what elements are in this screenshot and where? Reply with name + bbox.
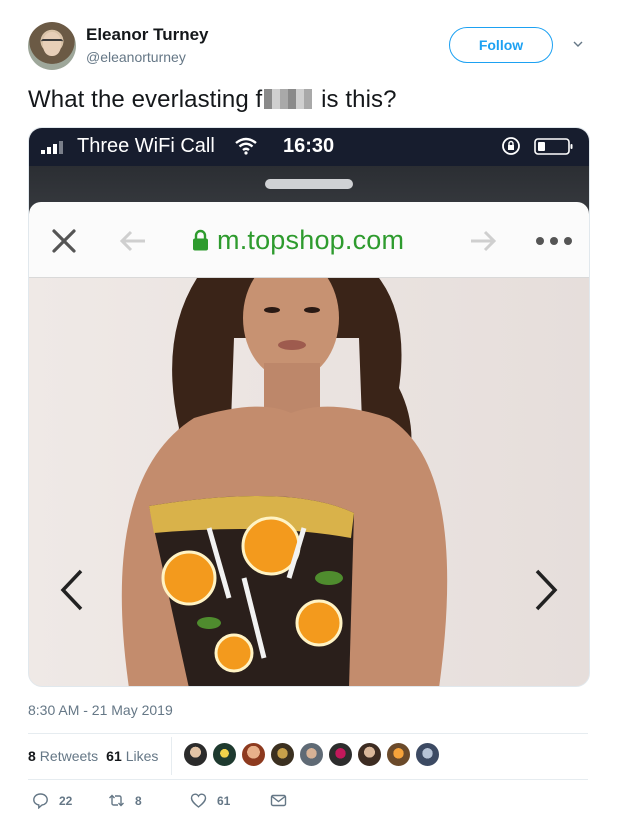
liker-avatar[interactable] [241,742,266,767]
tweet-timestamp[interactable]: 8:30 AM - 21 May 2019 [28,702,173,718]
back-arrow-icon[interactable] [119,229,147,253]
like-button[interactable]: 61 [190,792,230,809]
retweets-count: 8 [28,748,36,764]
retweet-count: 8 [135,793,142,808]
tweet-actions: 22 8 61 [28,792,588,812]
sheet-grabber[interactable] [265,179,353,189]
retweets-label: Retweets [39,748,99,764]
divider [28,733,588,734]
liker-avatar[interactable] [212,742,237,767]
padlock-icon [193,229,208,251]
reply-icon [33,793,48,809]
liker-avatars [183,742,444,767]
tweet-header: Eleanor Turney @eleanorturney Follow [28,22,594,72]
censor-pixelation [264,89,313,109]
tweet-media-image[interactable]: Three WiFi Call 16:30 m.topshop.com [28,127,590,687]
more-options-icon[interactable] [535,236,573,246]
liker-avatar[interactable] [386,742,411,767]
likes-count: 61 [106,748,122,764]
browser-toolbar: m.topshop.com [29,202,589,278]
likes-label: Likes [125,748,159,764]
message-button[interactable] [270,792,297,809]
signal-bars-icon [41,141,63,154]
heart-icon [190,793,207,808]
retweet-button[interactable]: 8 [108,792,142,809]
rotation-lock-icon [502,137,520,155]
liker-avatar[interactable] [328,742,353,767]
address-bar[interactable]: m.topshop.com [192,222,404,258]
retweets-stat[interactable]: 8 Retweets [28,748,98,764]
like-count: 61 [217,793,231,808]
url-text: m.topshop.com [217,224,405,255]
reply-count: 22 [59,793,73,808]
model-swimsuit-illustration [29,278,589,686]
avatar[interactable] [28,22,76,70]
previous-image-arrow-icon[interactable] [57,568,87,612]
avatar-face [43,32,61,56]
tweet-stats: 8 Retweets 61 Likes [28,745,166,767]
wifi-icon [235,137,257,155]
carrier-label: Three WiFi Call [77,135,215,157]
divider [28,779,588,780]
liker-avatar[interactable] [183,742,208,767]
liker-avatar[interactable] [270,742,295,767]
tweet-text-after: is this? [314,86,397,113]
next-image-arrow-icon[interactable] [531,568,561,612]
likes-stat[interactable]: 61 Likes [106,748,158,764]
reply-button[interactable]: 22 [32,792,72,809]
retweet-icon [109,794,124,807]
product-photo [29,278,589,686]
status-time: 16:30 [283,135,335,157]
avatar-glasses [41,39,63,44]
battery-icon [534,138,573,155]
chevron-down-icon[interactable] [573,39,583,49]
envelope-icon [270,794,287,807]
tweet-text-before: What the everlasting f [28,86,263,113]
forward-arrow-icon[interactable] [469,229,497,253]
liker-avatar[interactable] [299,742,324,767]
user-handle[interactable]: @eleanorturney [86,49,186,65]
close-icon[interactable] [51,228,77,254]
tweet-text: What the everlasting f is this? [28,86,397,114]
follow-button[interactable]: Follow [449,27,553,63]
user-name[interactable]: Eleanor Turney [86,25,209,45]
phone-status-bar: Three WiFi Call 16:30 [29,128,589,166]
stats-separator [171,737,172,775]
liker-avatar[interactable] [357,742,382,767]
liker-avatar[interactable] [415,742,440,767]
